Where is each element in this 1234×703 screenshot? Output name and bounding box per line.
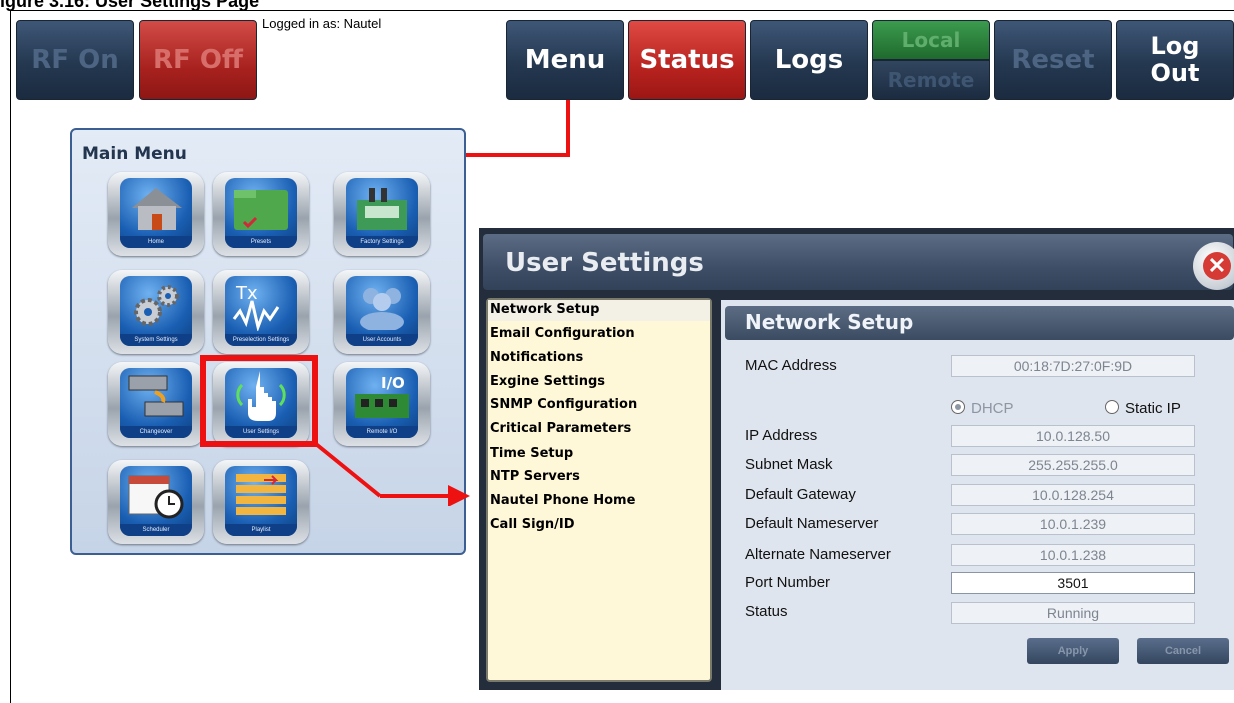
- remote-button[interactable]: Remote: [872, 60, 990, 100]
- default-gateway-label: Default Gateway: [745, 486, 856, 503]
- radio-unselected-icon: [1105, 400, 1119, 414]
- folder-icon: [225, 178, 297, 236]
- local-remote-toggle[interactable]: Local Remote: [872, 20, 990, 100]
- tx-text: Tx: [235, 283, 258, 304]
- calendar-clock-icon: [120, 466, 192, 524]
- home-tile[interactable]: Home: [108, 172, 204, 256]
- user-settings-title: User Settings: [505, 248, 704, 278]
- dhcp-label: DHCP: [971, 400, 1014, 417]
- presets-tile[interactable]: Presets: [213, 172, 309, 256]
- user-accounts-tile[interactable]: User Accounts: [334, 270, 430, 354]
- menu-item-network-setup[interactable]: Network Setup: [490, 302, 599, 317]
- menu-item-email-configuration[interactable]: Email Configuration: [490, 326, 635, 341]
- default-nameserver-label: Default Nameserver: [745, 515, 879, 532]
- tile-label: Scheduler: [120, 524, 192, 536]
- menu-item-critical-parameters[interactable]: Critical Parameters: [490, 421, 631, 436]
- figure-caption-strip: igure 3.16: User Settings Page: [0, 0, 1234, 14]
- menu-item-ntp-servers[interactable]: NTP Servers: [490, 469, 580, 484]
- reset-button[interactable]: Reset: [994, 20, 1112, 100]
- logged-in-label: Logged in as: Nautel: [262, 16, 382, 31]
- left-border-line: [10, 10, 11, 703]
- remote-io-tile[interactable]: I/O Remote I/O: [334, 362, 430, 446]
- static-ip-radio[interactable]: Static IP: [1105, 400, 1181, 417]
- subnet-mask-field[interactable]: 255.255.255.0: [951, 454, 1195, 476]
- close-icon: ✕: [1203, 252, 1231, 280]
- tile-label: Playlist: [225, 524, 297, 536]
- menu-item-nautel-phone-home[interactable]: Nautel Phone Home: [490, 493, 635, 508]
- menu-item-exgine-settings[interactable]: Exgine Settings: [490, 374, 605, 389]
- tile-label: Preselection Settings: [225, 334, 297, 346]
- tile-label: System Settings: [120, 334, 192, 346]
- status-value: Running: [951, 602, 1195, 624]
- default-nameserver-field[interactable]: 10.0.1.239: [951, 513, 1195, 535]
- arrow-line-vertical: [566, 100, 570, 157]
- close-button[interactable]: ✕: [1193, 242, 1234, 290]
- rf-on-button[interactable]: RF On: [16, 20, 134, 100]
- menu-button[interactable]: Menu: [506, 20, 624, 100]
- default-gateway-field[interactable]: 10.0.128.254: [951, 484, 1195, 506]
- user-settings-highlight: [200, 355, 318, 447]
- mac-address-value: 00:18:7D:27:0F:9D: [951, 355, 1195, 377]
- alternate-nameserver-field[interactable]: 10.0.1.238: [951, 544, 1195, 566]
- port-number-field[interactable]: 3501: [951, 572, 1195, 594]
- tile-label: Factory Settings: [346, 236, 418, 248]
- ip-address-label: IP Address: [745, 427, 818, 444]
- static-ip-label: Static IP: [1125, 400, 1181, 417]
- tile-label: User Accounts: [346, 334, 418, 346]
- preselection-settings-tile[interactable]: Tx Preselection Settings: [213, 270, 309, 354]
- waveform-icon: Tx: [225, 276, 297, 334]
- ip-address-field[interactable]: 10.0.128.50: [951, 425, 1195, 447]
- status-label: Status: [745, 603, 788, 620]
- playlist-icon: [225, 466, 297, 524]
- tile-label: Home: [120, 236, 192, 248]
- io-text: I/O: [381, 374, 405, 392]
- house-icon: [120, 178, 192, 236]
- cancel-button[interactable]: Cancel: [1137, 638, 1229, 664]
- network-setup-panel: Network Setup MAC Address 00:18:7D:27:0F…: [721, 300, 1234, 690]
- menu-item-call-sign-id[interactable]: Call Sign/ID: [490, 517, 575, 532]
- playlist-tile[interactable]: Playlist: [213, 460, 309, 544]
- user-settings-window: User Settings ✕ Network Setup Email Conf…: [479, 228, 1234, 690]
- arrow-to-user-settings-icon: [314, 442, 470, 506]
- tile-label: Presets: [225, 236, 297, 248]
- menu-item-snmp-configuration[interactable]: SNMP Configuration: [490, 397, 637, 412]
- mac-address-label: MAC Address: [745, 357, 837, 374]
- status-button[interactable]: Status: [628, 20, 746, 100]
- factory-settings-tile[interactable]: Factory Settings: [334, 172, 430, 256]
- factory-icon: [346, 178, 418, 236]
- port-number-label: Port Number: [745, 574, 831, 591]
- menu-item-time-setup[interactable]: Time Setup: [490, 446, 573, 461]
- scheduler-tile[interactable]: Scheduler: [108, 460, 204, 544]
- settings-menu-list: Network Setup Email Configuration Notifi…: [486, 298, 712, 682]
- local-button[interactable]: Local: [872, 20, 990, 60]
- changeover-icon: [120, 368, 192, 426]
- gears-icon: [120, 276, 192, 334]
- menu-item-notifications[interactable]: Notifications: [490, 350, 583, 365]
- alternate-nameserver-label: Alternate Nameserver: [745, 546, 891, 563]
- user-settings-header: User Settings: [483, 234, 1233, 290]
- changeover-tile[interactable]: Changeover: [108, 362, 204, 446]
- network-setup-title: Network Setup: [745, 310, 914, 334]
- caption-divider: [10, 10, 1234, 11]
- logout-button[interactable]: Log Out: [1116, 20, 1234, 100]
- radio-selected-icon: [951, 400, 965, 414]
- apply-button[interactable]: Apply: [1027, 638, 1119, 664]
- rf-off-button[interactable]: RF Off: [139, 20, 257, 100]
- subnet-mask-label: Subnet Mask: [745, 456, 833, 473]
- dhcp-radio[interactable]: DHCP: [951, 400, 1014, 417]
- io-board-icon: I/O: [346, 368, 418, 426]
- network-setup-header: Network Setup: [725, 306, 1234, 340]
- main-menu-title: Main Menu: [82, 144, 187, 164]
- users-icon: [346, 276, 418, 334]
- system-settings-tile[interactable]: System Settings: [108, 270, 204, 354]
- tile-label: Changeover: [120, 426, 192, 438]
- logs-button[interactable]: Logs: [750, 20, 868, 100]
